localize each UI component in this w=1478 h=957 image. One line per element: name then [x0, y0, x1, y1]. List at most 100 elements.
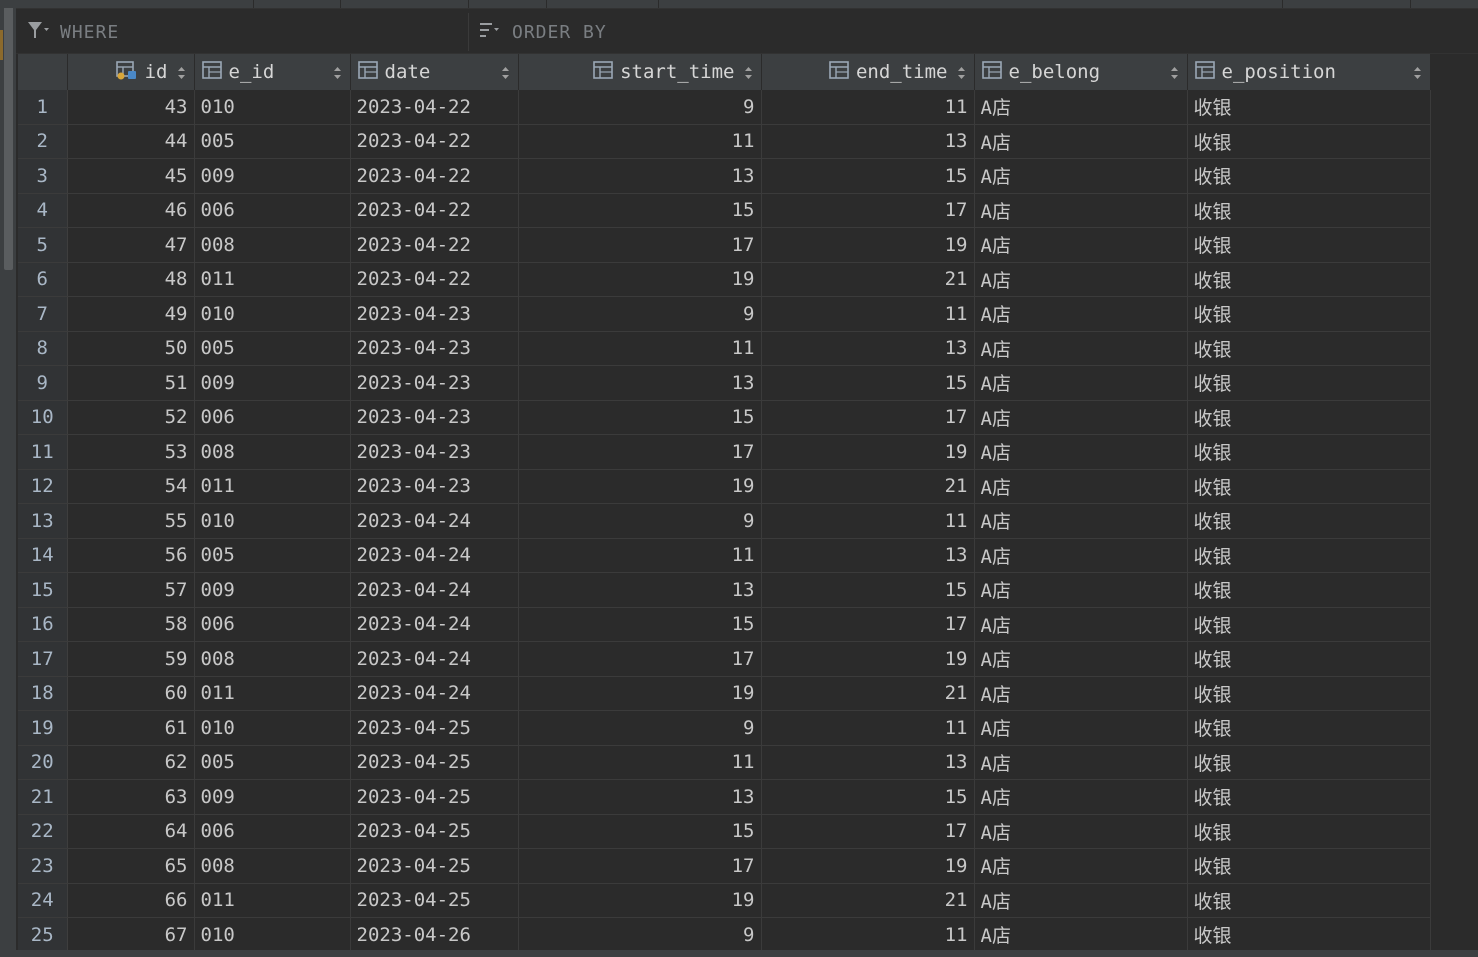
- cell-start-time[interactable]: 17: [518, 848, 762, 884]
- table-row[interactable]: 10 52 006 2023-04-23 15 17 A店 收银: [18, 400, 1431, 435]
- cell-e-belong[interactable]: A店: [974, 607, 1188, 642]
- cell-e-position[interactable]: 收银: [1187, 469, 1431, 504]
- cell-e-position[interactable]: 收银: [1187, 296, 1431, 332]
- cell-e-belong[interactable]: A店: [974, 296, 1188, 332]
- cell-end-time[interactable]: 19: [761, 641, 975, 677]
- cell-end-time[interactable]: 11: [761, 503, 975, 539]
- column-header-start-time[interactable]: start_time: [518, 54, 762, 90]
- cell-e-id[interactable]: 005: [194, 745, 351, 780]
- cell-id[interactable]: 49: [67, 296, 195, 332]
- table-row[interactable]: 2 44 005 2023-04-22 11 13 A店 收银: [18, 124, 1431, 159]
- cell-end-time[interactable]: 11: [761, 917, 975, 953]
- cell-id[interactable]: 50: [67, 331, 195, 366]
- cell-start-time[interactable]: 9: [518, 710, 762, 746]
- cell-start-time[interactable]: 19: [518, 676, 762, 711]
- cell-id[interactable]: 67: [67, 917, 195, 953]
- cell-e-position[interactable]: 收银: [1187, 193, 1431, 228]
- table-row[interactable]: 17 59 008 2023-04-24 17 19 A店 收银: [18, 641, 1431, 677]
- cell-date[interactable]: 2023-04-23: [350, 400, 519, 435]
- scrollbar-thumb[interactable]: [4, 8, 13, 270]
- cell-id[interactable]: 57: [67, 572, 195, 608]
- cell-e-id[interactable]: 010: [194, 296, 351, 332]
- cell-date[interactable]: 2023-04-23: [350, 365, 519, 401]
- cell-start-time[interactable]: 11: [518, 331, 762, 366]
- cell-id[interactable]: 64: [67, 814, 195, 849]
- left-scrollbar[interactable]: [0, 8, 16, 957]
- cell-end-time[interactable]: 17: [761, 193, 975, 228]
- sort-arrows-icon[interactable]: [501, 64, 510, 80]
- cell-e-id[interactable]: 009: [194, 779, 351, 815]
- cell-id[interactable]: 66: [67, 883, 195, 918]
- cell-id[interactable]: 56: [67, 538, 195, 573]
- cell-start-time[interactable]: 15: [518, 814, 762, 849]
- sort-arrows-icon[interactable]: [1413, 64, 1422, 80]
- cell-end-time[interactable]: 19: [761, 434, 975, 470]
- table-row[interactable]: 11 53 008 2023-04-23 17 19 A店 收银: [18, 434, 1431, 470]
- where-filter[interactable]: WHERE: [26, 19, 119, 45]
- cell-end-time[interactable]: 19: [761, 848, 975, 884]
- column-header-e-position[interactable]: e_position: [1187, 54, 1431, 90]
- cell-start-time[interactable]: 19: [518, 883, 762, 918]
- cell-e-belong[interactable]: A店: [974, 90, 1188, 125]
- cell-end-time[interactable]: 17: [761, 814, 975, 849]
- table-row[interactable]: 5 47 008 2023-04-22 17 19 A店 收银: [18, 227, 1431, 263]
- cell-date[interactable]: 2023-04-24: [350, 641, 519, 677]
- cell-date[interactable]: 2023-04-25: [350, 745, 519, 780]
- cell-e-belong[interactable]: A店: [974, 158, 1188, 194]
- cell-id[interactable]: 59: [67, 641, 195, 677]
- cell-e-position[interactable]: 收银: [1187, 400, 1431, 435]
- column-header-e-id[interactable]: e_id: [194, 54, 351, 90]
- cell-end-time[interactable]: 15: [761, 779, 975, 815]
- cell-date[interactable]: 2023-04-24: [350, 676, 519, 711]
- cell-e-belong[interactable]: A店: [974, 710, 1188, 746]
- cell-date[interactable]: 2023-04-22: [350, 262, 519, 297]
- cell-id[interactable]: 58: [67, 607, 195, 642]
- cell-start-time[interactable]: 11: [518, 745, 762, 780]
- sort-arrows-icon[interactable]: [1170, 64, 1179, 80]
- cell-e-id[interactable]: 005: [194, 331, 351, 366]
- cell-date[interactable]: 2023-04-23: [350, 434, 519, 470]
- sort-arrows-icon[interactable]: [957, 64, 966, 80]
- cell-date[interactable]: 2023-04-22: [350, 158, 519, 194]
- cell-start-time[interactable]: 13: [518, 572, 762, 608]
- cell-id[interactable]: 52: [67, 400, 195, 435]
- cell-e-belong[interactable]: A店: [974, 814, 1188, 849]
- cell-end-time[interactable]: 13: [761, 331, 975, 366]
- cell-e-belong[interactable]: A店: [974, 400, 1188, 435]
- cell-end-time[interactable]: 13: [761, 538, 975, 573]
- cell-date[interactable]: 2023-04-22: [350, 90, 519, 125]
- cell-start-time[interactable]: 9: [518, 90, 762, 125]
- cell-e-belong[interactable]: A店: [974, 883, 1188, 918]
- cell-e-id[interactable]: 008: [194, 848, 351, 884]
- cell-id[interactable]: 61: [67, 710, 195, 746]
- cell-date[interactable]: 2023-04-22: [350, 124, 519, 159]
- cell-date[interactable]: 2023-04-22: [350, 227, 519, 263]
- orderby-filter[interactable]: ORDER BY: [478, 19, 607, 45]
- cell-e-position[interactable]: 收银: [1187, 572, 1431, 608]
- cell-start-time[interactable]: 19: [518, 469, 762, 504]
- cell-date[interactable]: 2023-04-25: [350, 848, 519, 884]
- table-row[interactable]: 21 63 009 2023-04-25 13 15 A店 收银: [18, 779, 1431, 815]
- cell-e-belong[interactable]: A店: [974, 365, 1188, 401]
- cell-end-time[interactable]: 15: [761, 365, 975, 401]
- table-row[interactable]: 22 64 006 2023-04-25 15 17 A店 收银: [18, 814, 1431, 849]
- cell-e-position[interactable]: 收银: [1187, 779, 1431, 815]
- table-row[interactable]: 15 57 009 2023-04-24 13 15 A店 收银: [18, 572, 1431, 608]
- cell-e-id[interactable]: 009: [194, 365, 351, 401]
- table-row[interactable]: 4 46 006 2023-04-22 15 17 A店 收银: [18, 193, 1431, 228]
- cell-start-time[interactable]: 13: [518, 365, 762, 401]
- cell-e-belong[interactable]: A店: [974, 676, 1188, 711]
- cell-e-position[interactable]: 收银: [1187, 331, 1431, 366]
- cell-start-time[interactable]: 19: [518, 262, 762, 297]
- cell-e-belong[interactable]: A店: [974, 503, 1188, 539]
- cell-date[interactable]: 2023-04-24: [350, 607, 519, 642]
- cell-e-position[interactable]: 收银: [1187, 883, 1431, 918]
- column-header-id[interactable]: id: [67, 54, 195, 90]
- cell-e-id[interactable]: 008: [194, 434, 351, 470]
- table-row[interactable]: 13 55 010 2023-04-24 9 11 A店 收银: [18, 503, 1431, 539]
- cell-e-belong[interactable]: A店: [974, 779, 1188, 815]
- cell-date[interactable]: 2023-04-26: [350, 917, 519, 953]
- cell-date[interactable]: 2023-04-25: [350, 710, 519, 746]
- table-row[interactable]: 25 67 010 2023-04-26 9 11 A店 收银: [18, 917, 1431, 953]
- cell-start-time[interactable]: 17: [518, 227, 762, 263]
